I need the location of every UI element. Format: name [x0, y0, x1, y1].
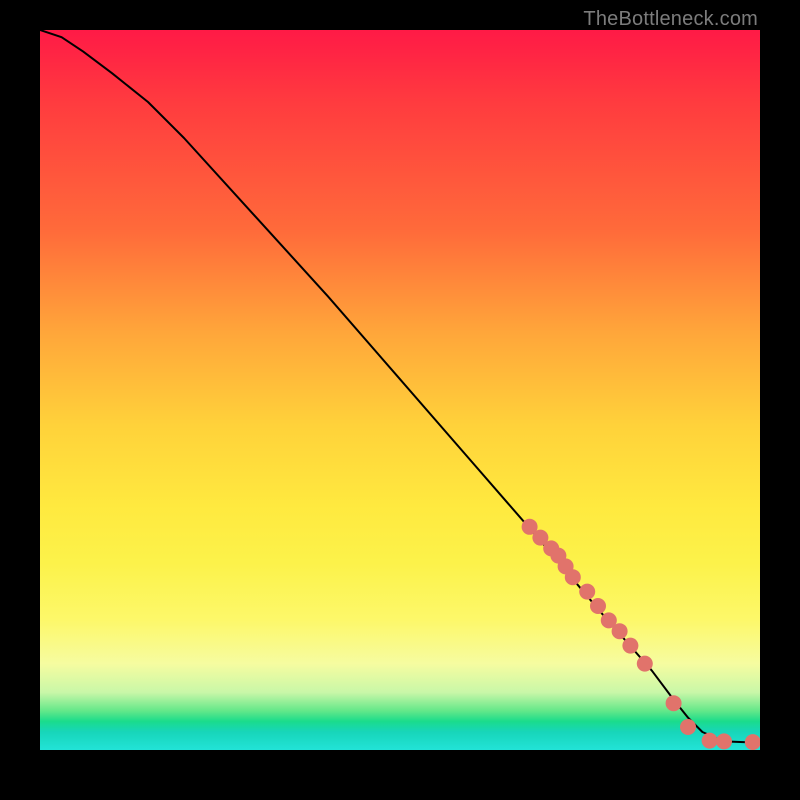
attribution-text: TheBottleneck.com — [583, 8, 758, 31]
plot-area — [40, 30, 760, 750]
data-point — [565, 569, 581, 585]
chart-svg-layer — [40, 30, 760, 750]
data-point — [637, 656, 653, 672]
chart-stage: TheBottleneck.com — [0, 0, 800, 800]
curve-line — [40, 30, 760, 743]
data-point — [702, 733, 718, 749]
data-point — [666, 695, 682, 711]
data-point — [622, 638, 638, 654]
data-point — [680, 719, 696, 735]
data-point — [612, 623, 628, 639]
data-point — [590, 598, 606, 614]
data-point — [745, 734, 760, 750]
data-point — [716, 733, 732, 749]
data-point — [579, 584, 595, 600]
